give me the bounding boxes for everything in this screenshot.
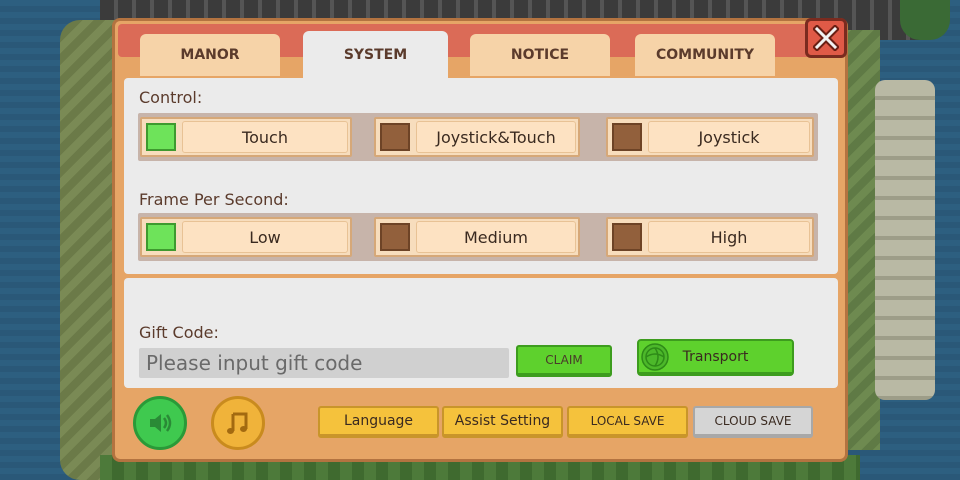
music-note-icon [227,412,248,434]
music-toggle-button[interactable] [211,396,265,450]
fps-option-high-label: High [648,221,810,253]
control-option-joystick-label: Joystick [648,121,810,153]
speaker-icon [150,414,172,432]
stone-wall-right [875,80,935,400]
cloud-save-button[interactable]: CLOUD SAVE [693,406,813,438]
tab-community-label: COMMUNITY [655,47,755,63]
close-button[interactable] [805,18,847,58]
fps-option-low-label: Low [182,221,348,253]
checkbox-icon [146,223,176,251]
tab-manor[interactable]: MANOR [140,34,280,76]
tab-community[interactable]: COMMUNITY [635,34,775,76]
tab-notice[interactable]: NOTICE [470,34,610,76]
tab-notice-label: NOTICE [510,47,570,63]
fps-options: Low Medium High [138,213,818,261]
checkbox-icon [612,123,642,151]
close-icon [813,25,839,51]
tab-system-label: SYSTEM [343,47,408,63]
transport-label: Transport [682,348,749,365]
claim-button[interactable]: CLAIM [516,345,612,377]
control-option-touch-label: Touch [182,121,348,153]
checkbox-icon [380,123,410,151]
fps-option-low[interactable]: Low [140,217,352,257]
language-button[interactable]: Language [318,406,439,438]
fps-option-medium[interactable]: Medium [374,217,580,257]
tree-top-right [900,0,950,40]
checkbox-icon [612,223,642,251]
control-option-joystick[interactable]: Joystick [606,117,814,157]
tab-system[interactable]: SYSTEM [303,31,448,79]
gift-code-input[interactable] [139,348,509,378]
fps-option-high[interactable]: High [606,217,814,257]
transport-button[interactable]: Transport [637,339,794,376]
checkbox-icon [380,223,410,251]
transport-portal-icon [641,343,669,371]
local-save-button[interactable]: LOCAL SAVE [567,406,688,438]
control-option-touch[interactable]: Touch [140,117,352,157]
fps-label: Frame Per Second: [139,190,289,209]
control-option-joystick-touch[interactable]: Joystick&Touch [374,117,580,157]
assist-setting-button[interactable]: Assist Setting [442,406,563,438]
checkbox-icon [146,123,176,151]
control-options: Touch Joystick&Touch Joystick [138,113,818,161]
fps-option-medium-label: Medium [416,221,576,253]
gift-code-label: Gift Code: [139,323,219,342]
control-label: Control: [139,88,203,107]
tab-manor-label: MANOR [180,47,240,63]
sound-toggle-button[interactable] [133,396,187,450]
control-option-joystick-touch-label: Joystick&Touch [416,121,576,153]
